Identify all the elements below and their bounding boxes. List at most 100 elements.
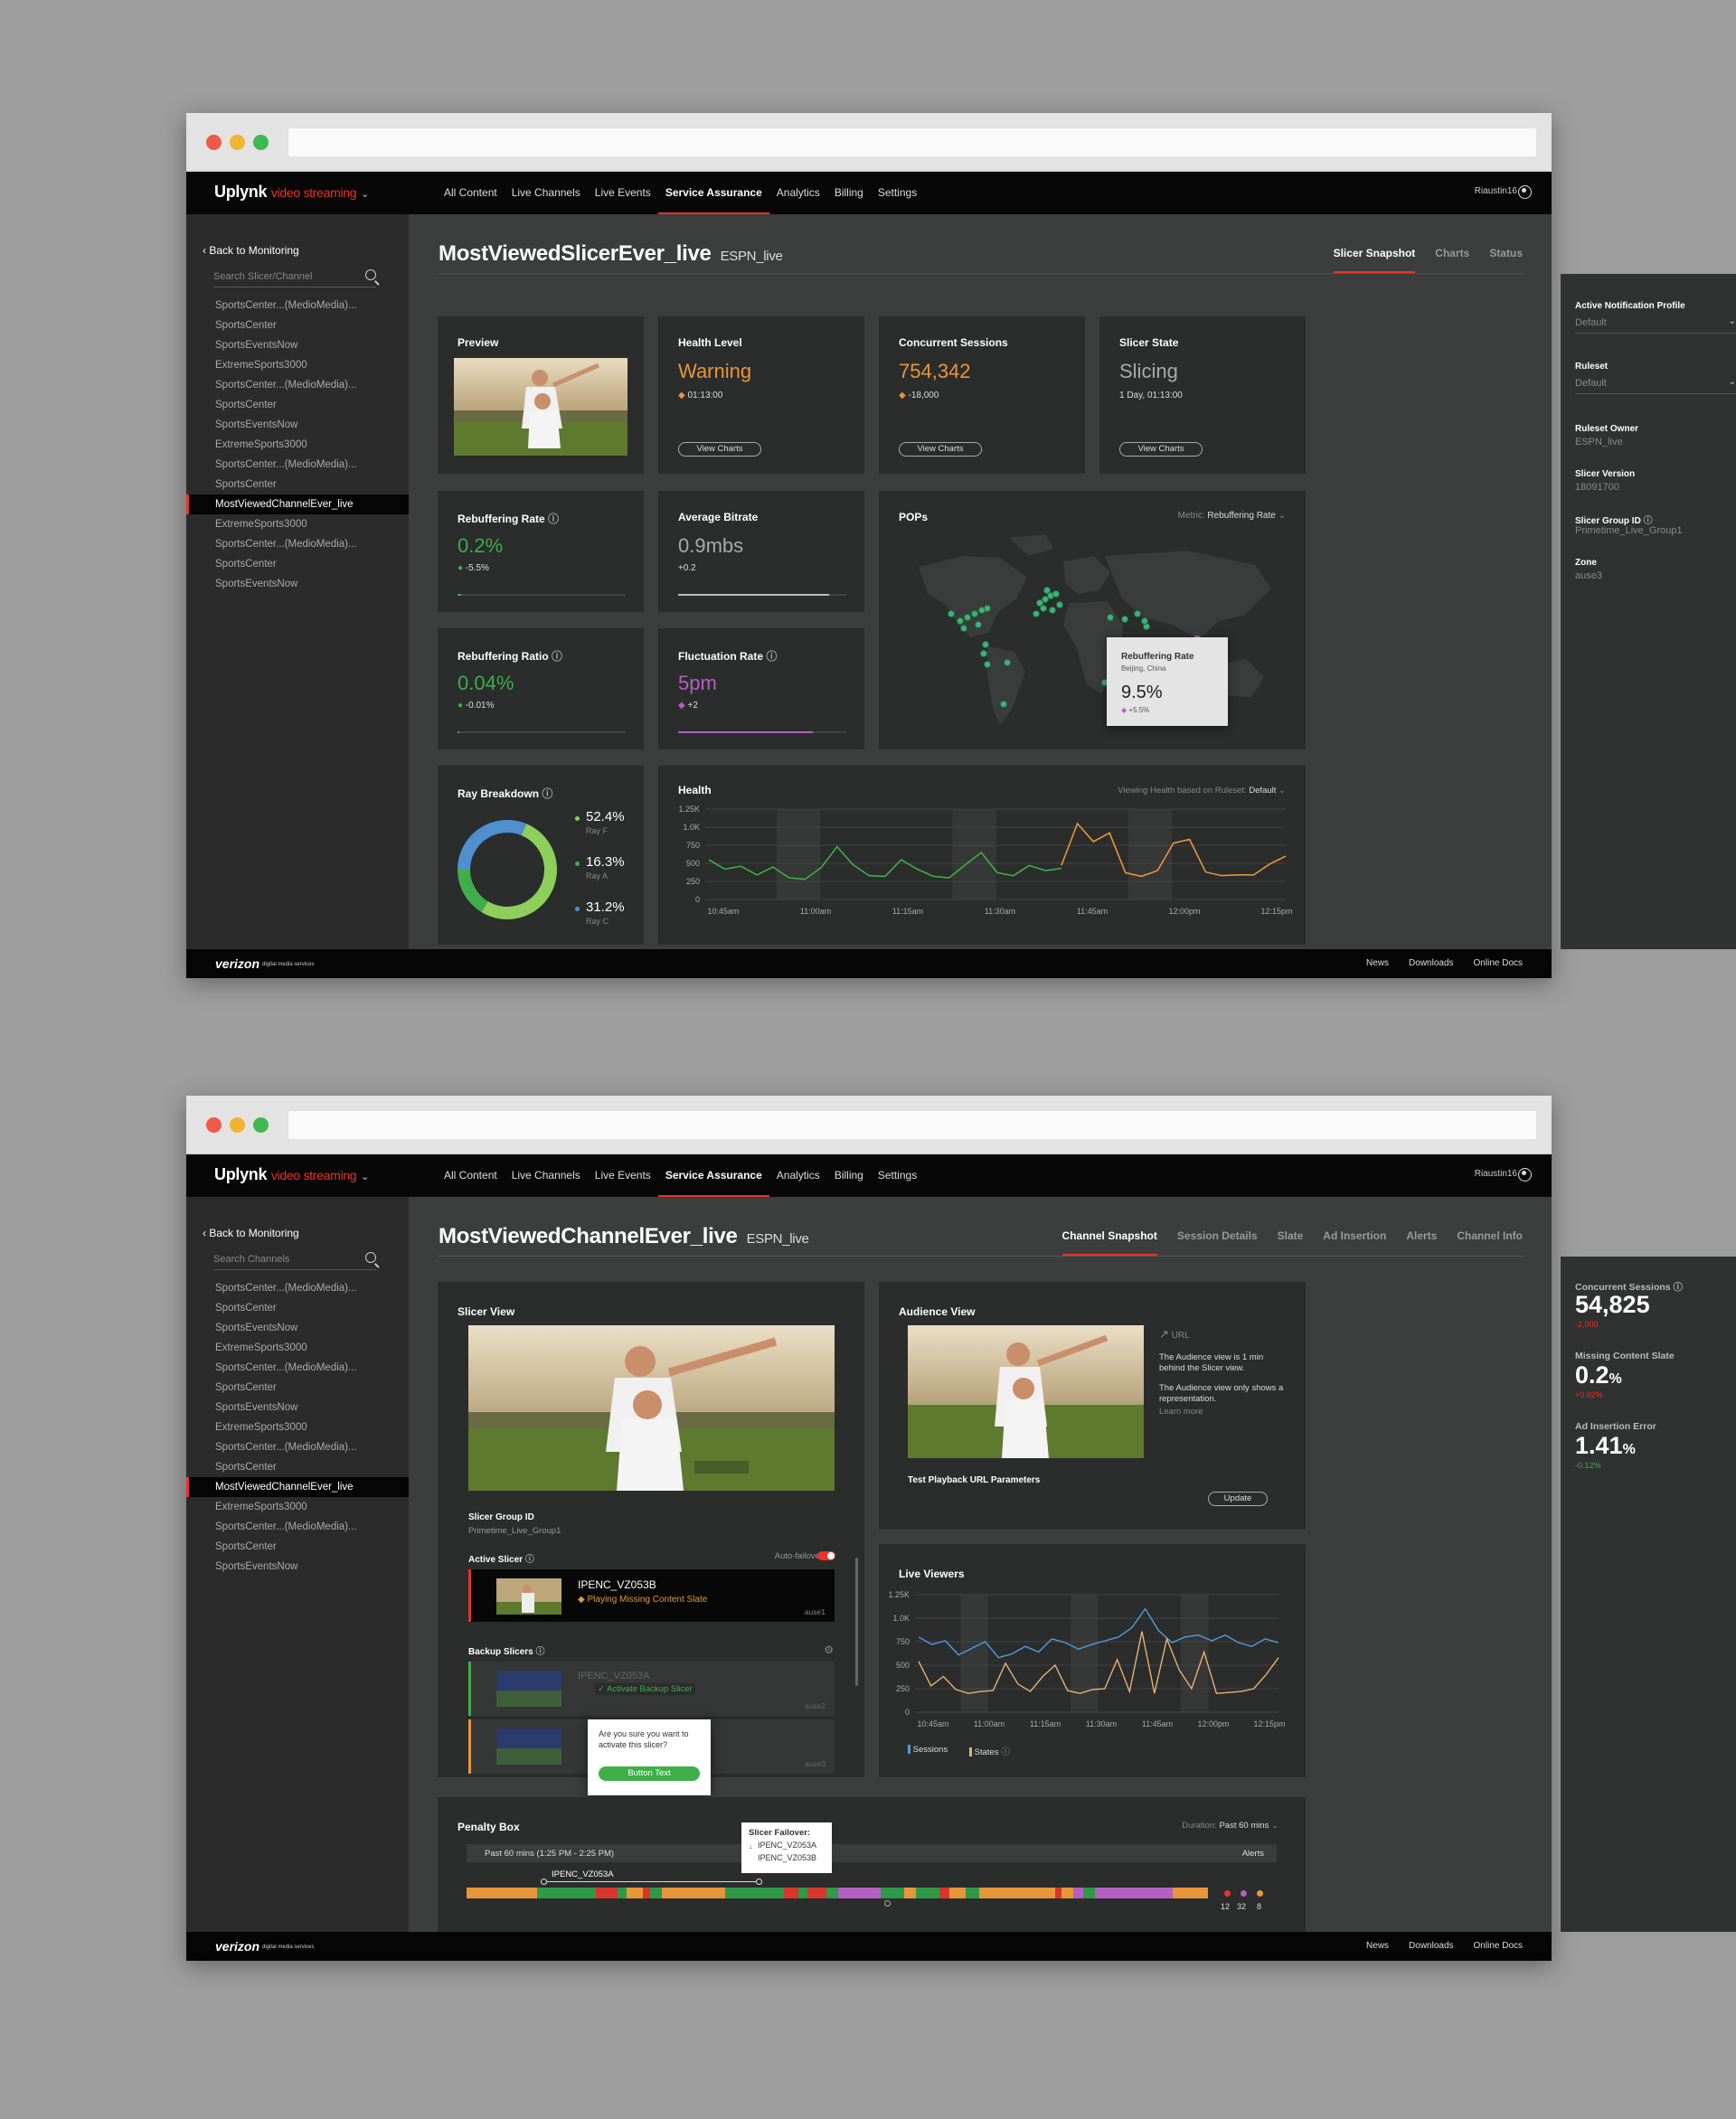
nav-live-channels[interactable]: Live Channels bbox=[505, 172, 588, 214]
list-item[interactable]: SportsCenter bbox=[186, 315, 409, 335]
list-item[interactable]: SportsCenter bbox=[186, 1298, 409, 1318]
ray-donut-chart[interactable] bbox=[456, 818, 559, 921]
nav-analytics[interactable]: Analytics bbox=[769, 172, 827, 214]
confirm-button[interactable]: Button Text bbox=[599, 1766, 700, 1781]
close-window-button[interactable] bbox=[206, 135, 222, 150]
user-name[interactable]: Riaustin16 bbox=[1475, 1169, 1517, 1179]
activate-backup-slicer-button[interactable]: ✓ Activate Backup Slicer bbox=[595, 1683, 695, 1695]
maximize-window-button[interactable] bbox=[253, 1117, 269, 1133]
user-avatar-icon[interactable] bbox=[1518, 1168, 1532, 1182]
view-charts-button[interactable]: View Charts bbox=[678, 442, 761, 457]
list-item[interactable]: SportsEventsNow bbox=[186, 1557, 409, 1577]
list-item[interactable]: ExtremeSports3000 bbox=[186, 514, 409, 534]
list-item[interactable]: ExtremeSports3000 bbox=[186, 1338, 409, 1358]
app-logo[interactable]: Uplynk video streaming ⌄ bbox=[214, 183, 369, 202]
tab-alerts[interactable]: Alerts bbox=[1406, 1229, 1437, 1256]
list-item[interactable]: SportsCenter bbox=[186, 1457, 409, 1477]
search-channels-input[interactable]: Search Channels bbox=[213, 1248, 376, 1270]
footer-link-downloads[interactable]: Downloads bbox=[1409, 958, 1453, 968]
nav-live-channels[interactable]: Live Channels bbox=[505, 1154, 588, 1197]
view-charts-button[interactable]: View Charts bbox=[899, 442, 982, 457]
info-icon[interactable]: ⓘ bbox=[536, 1647, 545, 1657]
notification-profile-dropdown[interactable]: Default ⌄ bbox=[1575, 314, 1736, 334]
list-item[interactable]: SportsCenter bbox=[186, 1537, 409, 1557]
list-item[interactable]: SportsCenter...(MedioMedia)... bbox=[186, 455, 409, 475]
nav-billing[interactable]: Billing bbox=[827, 1154, 871, 1197]
metric-dropdown[interactable]: Metric: Rebuffering Rate ⌄ bbox=[1178, 511, 1286, 521]
list-item-selected[interactable]: MostViewedChannelEver_live bbox=[186, 1477, 409, 1497]
duration-dropdown[interactable]: Duration: Past 60 mins ⌄ bbox=[1182, 1821, 1278, 1831]
tab-channel-info[interactable]: Channel Info bbox=[1457, 1229, 1523, 1256]
nav-settings[interactable]: Settings bbox=[871, 172, 924, 214]
view-charts-button[interactable]: View Charts bbox=[1119, 442, 1203, 457]
back-to-monitoring-link[interactable]: ‹ Back to Monitoring bbox=[203, 244, 299, 257]
preview-thumbnail[interactable] bbox=[454, 358, 627, 456]
list-item[interactable]: SportsCenter...(MedioMedia)... bbox=[186, 1437, 409, 1457]
nav-analytics[interactable]: Analytics bbox=[769, 1154, 827, 1197]
list-item[interactable]: ExtremeSports3000 bbox=[186, 435, 409, 455]
list-item[interactable]: SportsCenter bbox=[186, 395, 409, 415]
info-icon[interactable]: ⓘ bbox=[548, 513, 559, 525]
minimize-window-button[interactable] bbox=[230, 135, 245, 150]
span-end-handle[interactable] bbox=[756, 1879, 762, 1885]
minimize-window-button[interactable] bbox=[230, 1117, 245, 1133]
auto-failover-toggle[interactable] bbox=[817, 1551, 835, 1560]
close-window-button[interactable] bbox=[206, 1117, 222, 1133]
tab-status[interactable]: Status bbox=[1489, 247, 1523, 273]
list-item[interactable]: SportsCenter bbox=[186, 554, 409, 574]
footer-link-news[interactable]: News bbox=[1366, 958, 1389, 968]
list-item[interactable]: SportsCenter...(MedioMedia)... bbox=[186, 1278, 409, 1298]
ruleset-dropdown[interactable]: Default ⌄ bbox=[1575, 374, 1736, 394]
nav-live-events[interactable]: Live Events bbox=[588, 172, 658, 214]
list-item[interactable]: ExtremeSports3000 bbox=[186, 1417, 409, 1437]
list-item[interactable]: ExtremeSports3000 bbox=[186, 1497, 409, 1517]
info-icon[interactable]: ⓘ bbox=[766, 650, 777, 663]
list-item[interactable]: SportsCenter...(MedioMedia)... bbox=[186, 534, 409, 554]
penalty-timeline[interactable] bbox=[467, 1888, 1208, 1898]
active-slicer-row[interactable]: IPENC_VZ053B ◆ Playing Missing Content S… bbox=[468, 1569, 835, 1622]
list-item[interactable]: ExtremeSports3000 bbox=[186, 355, 409, 375]
live-viewers-line-chart[interactable]: 1.25K 1.0K 750 500 250 0 10:45am 11:00am 11:15am… bbox=[879, 1587, 1306, 1732]
list-item[interactable]: SportsCenter...(MedioMedia)... bbox=[186, 1358, 409, 1378]
list-item[interactable]: SportsEventsNow bbox=[186, 415, 409, 435]
list-item[interactable]: SportsCenter...(MedioMedia)... bbox=[186, 1517, 409, 1537]
footer-link-online-docs[interactable]: Online Docs bbox=[1474, 1941, 1523, 1951]
list-item[interactable]: SportsEventsNow bbox=[186, 1318, 409, 1338]
search-icon[interactable] bbox=[365, 269, 376, 280]
maximize-window-button[interactable] bbox=[253, 135, 269, 150]
tab-ad-insertion[interactable]: Ad Insertion bbox=[1323, 1229, 1386, 1256]
tab-slate[interactable]: Slate bbox=[1278, 1229, 1304, 1256]
back-to-monitoring-link[interactable]: ‹ Back to Monitoring bbox=[203, 1227, 299, 1239]
slicer-video-player[interactable] bbox=[468, 1325, 835, 1491]
nav-live-events[interactable]: Live Events bbox=[588, 1154, 658, 1197]
search-input[interactable]: Search Slicer/Channel bbox=[213, 266, 376, 287]
footer-link-online-docs[interactable]: Online Docs bbox=[1474, 958, 1523, 968]
list-item[interactable]: SportsCenter...(MedioMedia)... bbox=[186, 296, 409, 315]
scrollbar[interactable] bbox=[855, 1558, 858, 1686]
list-item[interactable]: SportsEventsNow bbox=[186, 574, 409, 594]
nav-all-content[interactable]: All Content bbox=[437, 172, 505, 214]
nav-billing[interactable]: Billing bbox=[827, 172, 871, 214]
health-line-chart[interactable]: 1.25K 1.0K 750 500 250 0 10:45am 11:00am 11:15am… bbox=[658, 802, 1306, 937]
search-icon[interactable] bbox=[365, 1252, 376, 1263]
world-map[interactable] bbox=[901, 531, 1289, 739]
footer-link-downloads[interactable]: Downloads bbox=[1409, 1941, 1453, 1951]
ruleset-dropdown[interactable]: Viewing Health based on Ruleset: Default… bbox=[1118, 786, 1286, 796]
audience-video-player[interactable] bbox=[908, 1325, 1144, 1458]
gear-icon[interactable]: ⚙ bbox=[824, 1643, 834, 1656]
nav-service-assurance[interactable]: Service Assurance bbox=[657, 1154, 769, 1197]
app-logo[interactable]: Uplynk video streaming ⌄ bbox=[214, 1165, 369, 1184]
user-avatar-icon[interactable] bbox=[1518, 185, 1532, 199]
tab-charts[interactable]: Charts bbox=[1435, 247, 1469, 273]
update-button[interactable]: Update bbox=[1208, 1492, 1268, 1506]
nav-all-content[interactable]: All Content bbox=[437, 1154, 505, 1197]
learn-more-link[interactable]: Learn more bbox=[1159, 1407, 1203, 1417]
info-icon[interactable]: ⓘ bbox=[552, 650, 562, 663]
backup-slicer-row-1[interactable]: IPENC_VZ053A ✓ Activate Backup Slicer au… bbox=[468, 1662, 835, 1716]
list-item[interactable]: SportsCenter bbox=[186, 475, 409, 494]
address-bar[interactable] bbox=[288, 128, 1536, 156]
span-start-handle[interactable] bbox=[541, 1879, 547, 1885]
tab-slicer-snapshot[interactable]: Slicer Snapshot bbox=[1333, 247, 1416, 273]
footer-link-news[interactable]: News bbox=[1366, 1941, 1389, 1951]
nav-settings[interactable]: Settings bbox=[871, 1154, 924, 1197]
